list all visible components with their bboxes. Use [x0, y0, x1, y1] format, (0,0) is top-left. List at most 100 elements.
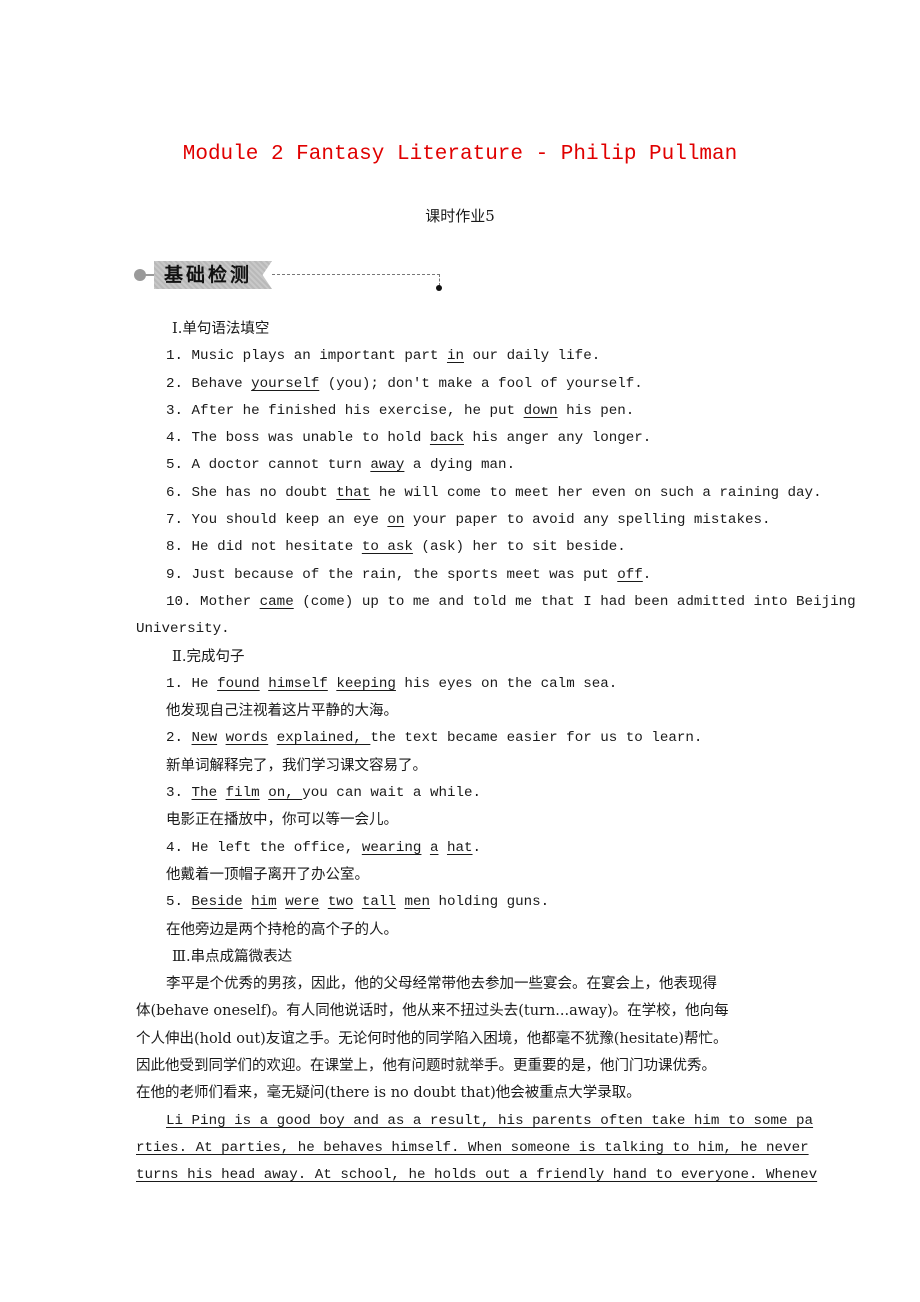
english-answer-line: Li Ping is a good boy and as a result, h…	[136, 1108, 828, 1135]
document-title: Module 2 Fantasy Literature - Philip Pul…	[182, 143, 738, 166]
document-body: Ⅰ.单句语法填空 1. Music plays an important par…	[136, 316, 856, 1190]
item-text: a dying man.	[404, 457, 516, 474]
item-text: .	[472, 839, 482, 856]
item-text: 3. After he finished his exercise, he pu…	[166, 402, 524, 419]
part1-heading: Ⅰ.单句语法填空	[172, 321, 270, 337]
answer-blank: The	[191, 785, 218, 802]
item-text: his pen.	[557, 402, 635, 419]
item-text: 1. Music plays an important part	[166, 348, 447, 365]
exercise-item: 8. He did not hesitate to ask (ask) her …	[136, 534, 828, 561]
item-text: his eyes on the calm sea.	[395, 675, 618, 692]
item-text: his anger any longer.	[464, 430, 652, 447]
item-text: 5. A doctor cannot turn	[166, 457, 371, 474]
answer-blank: to ask	[361, 539, 413, 556]
part3-heading: Ⅲ.串点成篇微表达	[172, 948, 293, 965]
chinese-line: 在他的老师们看来，毫无疑问(there is no doubt that)他会被…	[136, 1085, 641, 1102]
english-answer-line: turns his head away. At school, he holds…	[136, 1162, 828, 1189]
exercise-item: 9. Just because of the rain, the sports …	[136, 562, 828, 589]
item-text: 3.	[166, 785, 192, 802]
exercise-item: 10. Mother came (come) up to me and told…	[136, 589, 856, 616]
chinese-translation: 他发现自己注视着这片平静的大海。	[166, 703, 398, 720]
item-text: 4. He left the office,	[166, 839, 362, 856]
part2-list: 1. He found himself keeping his eyes on …	[136, 671, 828, 944]
connector-line	[145, 274, 155, 276]
answer-blank: film	[225, 785, 260, 802]
item-continuation: University.	[136, 621, 230, 638]
item-text: holding guns.	[429, 894, 550, 911]
exercise-item: 2. New words explained, the text became …	[136, 725, 828, 752]
exercise-item: 3. After he finished his exercise, he pu…	[136, 398, 828, 425]
item-text: (you); don't make a fool of yourself.	[319, 375, 643, 392]
chinese-line: 李平是个优秀的男孩，因此，他的父母经常带他去参加一些宴会。在宴会上，他表现得	[166, 976, 717, 993]
item-text: (ask) her to sit beside.	[412, 539, 626, 556]
item-text: the text became easier for us to learn.	[370, 730, 703, 747]
dashed-divider	[272, 274, 440, 275]
answer-blank: men	[404, 894, 430, 911]
item-text: 1. He	[166, 675, 218, 692]
section-header: 基础检测	[134, 260, 454, 294]
answer-blank: found	[217, 675, 260, 692]
answer-blank: himself	[268, 675, 328, 692]
answer-blank: came	[259, 593, 294, 610]
answer-blank: yourself	[251, 375, 320, 392]
item-text: our daily life.	[464, 348, 601, 365]
part3-chinese-paragraph: 李平是个优秀的男孩，因此，他的父母经常带他去参加一些宴会。在宴会上，他表现得体(…	[136, 971, 828, 1107]
exercise-item: 2. Behave yourself (you); don't make a f…	[136, 371, 828, 398]
exercise-item: 1. Music plays an important part in our …	[136, 343, 828, 370]
exercise-item: 5. Beside him were two tall men holding …	[136, 889, 828, 916]
item-text: .	[642, 566, 652, 583]
part3-english-paragraph: Li Ping is a good boy and as a result, h…	[136, 1108, 828, 1190]
answer-blank: on,	[268, 785, 303, 802]
answer-blank: wearing	[361, 839, 422, 856]
answer-blank: two	[327, 894, 354, 911]
answer-text: turns his head away. At school, he holds…	[136, 1167, 818, 1184]
exercise-item: 1. He found himself keeping his eyes on …	[136, 671, 828, 698]
item-text: 2. Behave	[166, 375, 252, 392]
item-text: 5.	[166, 894, 192, 911]
answer-blank: down	[523, 402, 558, 419]
item-text: 10. Mother	[166, 593, 260, 610]
item-text: (come) up to me and told me that I had b…	[293, 593, 856, 610]
chinese-translation: 他戴着一顶帽子离开了办公室。	[166, 866, 369, 883]
exercise-item: 4. He left the office, wearing a hat.	[136, 835, 828, 862]
answer-blank: were	[285, 894, 320, 911]
chinese-translation: 新单词解释完了，我们学习课文容易了。	[166, 757, 427, 774]
chinese-translation: 在他旁边是两个持枪的高个子的人。	[166, 921, 398, 938]
part2-heading: Ⅱ.完成句子	[172, 648, 245, 665]
chinese-line: 体(behave oneself)。有人同他说话时，他从来不扭过头去(turn.…	[136, 1003, 729, 1020]
chinese-line: 因此他受到同学们的欢迎。在课堂上，他有问题时就举手。更重要的是，他门门功课优秀。	[136, 1058, 716, 1075]
chinese-translation: 电影正在播放中，你可以等一会儿。	[166, 812, 398, 829]
item-text: 8. He did not hesitate	[166, 539, 362, 556]
exercise-item: 6. She has no doubt that he will come to…	[136, 480, 828, 507]
answer-blank: keeping	[336, 675, 396, 692]
exercise-item: 7. You should keep an eye on your paper …	[136, 507, 828, 534]
answer-blank: words	[225, 730, 269, 747]
item-text: your paper to avoid any spelling mistake…	[404, 512, 771, 529]
answer-blank: Beside	[191, 894, 243, 911]
answer-blank: him	[251, 894, 277, 911]
chinese-line: 个人伸出(hold out)友谊之手。无论何时他的同学陷入困境，他都毫不犹豫(h…	[136, 1030, 728, 1047]
document-subtitle: 课时作业5	[425, 207, 495, 225]
exercise-item: 3. The film on, you can wait a while.	[136, 780, 828, 807]
answer-blank: New	[191, 730, 218, 747]
answer-blank: away	[370, 457, 405, 474]
answer-text: Li Ping is a good boy and as a result, h…	[166, 1112, 814, 1129]
end-dot-icon	[436, 285, 442, 291]
part1-list: 1. Music plays an important part in our …	[136, 343, 856, 643]
exercise-item: 5. A doctor cannot turn away a dying man…	[136, 452, 828, 479]
answer-blank: off	[617, 566, 643, 583]
exercise-item: 4. The boss was unable to hold back his …	[136, 425, 828, 452]
item-text: 7. You should keep an eye	[166, 512, 388, 529]
item-text: he will come to meet her even on such a …	[370, 484, 822, 501]
answer-blank: in	[446, 348, 464, 365]
item-text: you can wait a while.	[302, 785, 482, 802]
item-text: 4. The boss was unable to hold	[166, 430, 430, 447]
answer-blank: a	[429, 839, 439, 856]
answer-blank: explained,	[276, 730, 371, 747]
section-badge: 基础检测	[154, 261, 272, 289]
item-text: 6. She has no doubt	[166, 484, 337, 501]
answer-blank: that	[336, 484, 371, 501]
answer-blank: tall	[361, 894, 396, 911]
answer-text: rties. At parties, he behaves himself. W…	[136, 1139, 809, 1156]
answer-blank: back	[429, 430, 464, 447]
